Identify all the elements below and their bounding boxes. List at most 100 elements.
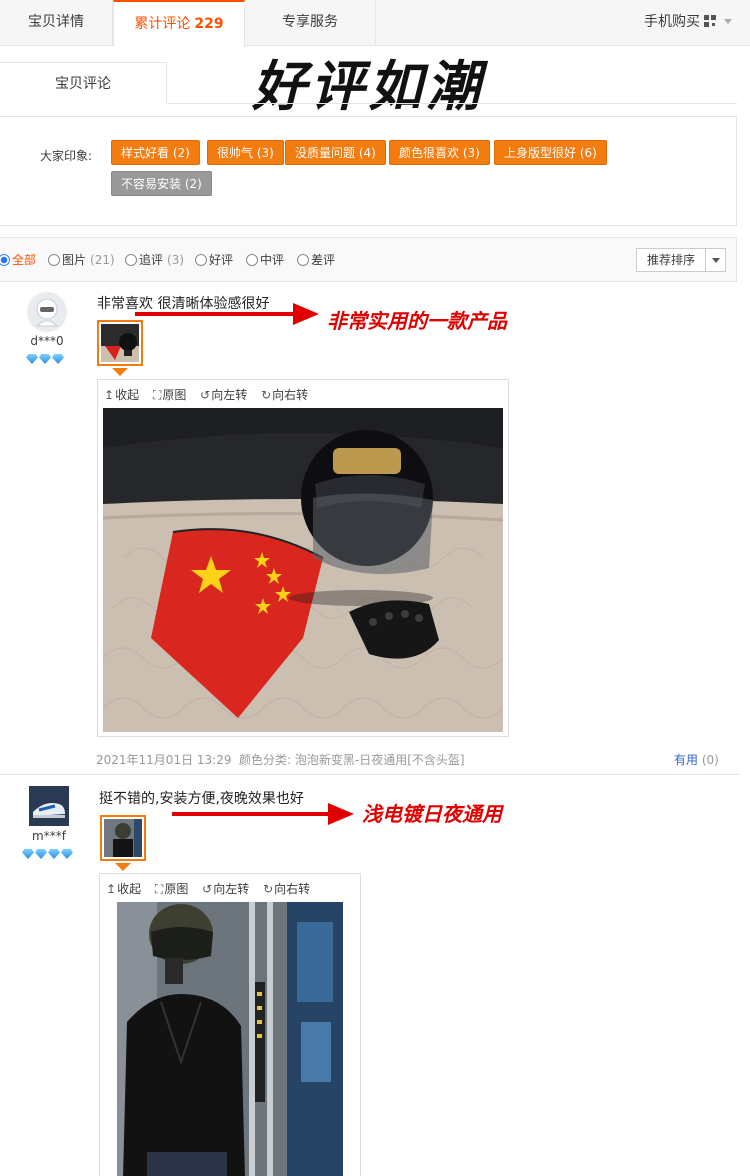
collapse-label: 收起 [115, 388, 140, 402]
expand-icon: ⛶ [154, 882, 164, 896]
impression-tag[interactable]: 很帅气 (3) [207, 140, 284, 165]
rotate-right-icon: ↻ [261, 388, 272, 402]
impression-tag[interactable]: 不容易安装 (2) [111, 171, 212, 196]
review-photo-thumb[interactable] [97, 320, 143, 366]
filter-medium-radio[interactable]: 中评 [246, 251, 284, 268]
rotate-left-icon: ↺ [200, 388, 211, 402]
impression-tag[interactable]: 颜色很喜欢 (3) [389, 140, 490, 165]
mobile-buy-label: 手机购买 [644, 14, 700, 30]
rotate-left-icon: ↺ [202, 882, 213, 896]
filter-pics-radio[interactable]: 图片 (21) [48, 251, 115, 268]
radio-icon [297, 254, 309, 266]
helmet-flag-thumb-image [101, 324, 139, 362]
radio-icon [48, 254, 60, 266]
sort-dropdown[interactable]: 推荐排序 [636, 248, 726, 272]
filter-all-label: 全部 [12, 253, 37, 267]
review-filter-bar: 全部 图片 (21) 追评 (3) 好评 中评 差评 推荐排序 [0, 237, 737, 282]
impressions-panel: 大家印象: 样式好看 (2) 很帅气 (3) 没质量问题 (4) 颜色很喜欢 (… [0, 116, 737, 226]
arrow-right-icon [293, 303, 319, 325]
useful-count: (0) [701, 753, 719, 767]
original-image-button[interactable]: ⛶原图 [153, 386, 186, 403]
rotate-right-button[interactable]: ↻向右转 [261, 386, 308, 403]
thumb-pointer [115, 863, 131, 871]
rotate-left-button[interactable]: ↺向左转 [202, 880, 249, 897]
impression-tag[interactable]: 没质量问题 (4) [285, 140, 386, 165]
top-tab-bar: 宝贝详情 累计评论 229 专享服务 手机购买 [0, 0, 750, 47]
collapse-icon: ↥ [104, 388, 115, 402]
collapse-label: 收起 [117, 882, 142, 896]
diamond-icon [61, 849, 73, 859]
chevron-down-icon [724, 19, 732, 24]
radio-icon [125, 254, 137, 266]
diamond-icon [48, 849, 60, 859]
collapse-icon: ↥ [106, 882, 117, 896]
overlay-title: 好评如潮 [252, 55, 484, 118]
diamond-icon [26, 354, 38, 364]
tab-service[interactable]: 专享服务 [245, 0, 376, 46]
filter-followup-radio[interactable]: 追评 (3) [125, 251, 184, 268]
rotate-left-label: 向左转 [211, 388, 248, 402]
rotate-left-button[interactable]: ↺向左转 [200, 386, 247, 403]
viewer-toolbar: ↥收起 ⛶原图 ↺向左转 ↻向右转 [104, 386, 318, 404]
tab-product-reviews[interactable]: 宝贝评论 [0, 62, 167, 104]
review-photo-thumb[interactable] [100, 815, 146, 861]
diamond-icon [35, 849, 47, 859]
thumb-image [104, 819, 142, 857]
original-image-button[interactable]: ⛶原图 [155, 880, 188, 897]
qr-code-icon [704, 15, 716, 27]
member-level-badge [26, 353, 65, 365]
review-divider [0, 774, 740, 775]
radio-icon [195, 254, 207, 266]
mobile-buy-button[interactable]: 手机购买 [644, 0, 732, 46]
avatar[interactable] [29, 786, 69, 826]
annotation-text: 非常实用的一款产品 [327, 309, 507, 333]
review-photo-helmet-flag [103, 408, 503, 732]
tab-service-label: 专享服务 [282, 14, 338, 30]
expand-icon: ⛶ [152, 388, 162, 402]
diamond-icon [52, 354, 64, 364]
thumb-image [101, 324, 139, 362]
reviews-count: 229 [194, 16, 224, 32]
filter-medium-label: 中评 [260, 253, 285, 267]
annotation-arrow [135, 312, 297, 316]
filter-good-radio[interactable]: 好评 [195, 251, 233, 268]
original-image-label: 原图 [162, 388, 187, 402]
diamond-icon [39, 354, 51, 364]
filter-all-radio[interactable]: 全部 [0, 251, 36, 268]
useful-button[interactable]: 有用 (0) [674, 751, 719, 768]
impression-tag[interactable]: 样式好看 (2) [111, 140, 200, 165]
filter-bad-radio[interactable]: 差评 [297, 251, 335, 268]
impression-tag[interactable]: 上身版型很好 (6) [494, 140, 607, 165]
filter-pics-count: (21) [90, 253, 115, 267]
radio-selected-icon [0, 254, 10, 266]
member-level-badge [22, 848, 74, 860]
avatar[interactable] [27, 292, 67, 332]
rotate-right-label: 向右转 [272, 388, 309, 402]
tab-reviews[interactable]: 累计评论 229 [113, 0, 245, 47]
diamond-icon [22, 849, 34, 859]
chevron-down-icon [712, 258, 720, 263]
tab-item-details[interactable]: 宝贝详情 [0, 0, 113, 46]
rotate-right-label: 向右转 [274, 882, 311, 896]
review-sku: 颜色分类: 泡泡新变黑-日夜通用[不含头盔] [239, 753, 465, 767]
sort-divider [705, 249, 706, 271]
filter-pics-label: 图片 [62, 253, 87, 267]
tab-reviews-label: 累计评论 [134, 16, 191, 32]
rotate-left-label: 向左转 [213, 882, 250, 896]
radio-icon [246, 254, 258, 266]
thumb-pointer [112, 368, 128, 376]
review-text: 非常喜欢 很清晰体验感很好 [97, 296, 270, 312]
filter-good-label: 好评 [209, 253, 234, 267]
review-text: 挺不错的,安装方便,夜晚效果也好 [99, 791, 304, 807]
collapse-button[interactable]: ↥收起 [104, 386, 139, 403]
review-date: 2021年11月01日 13:29 [96, 753, 232, 767]
rotate-right-button[interactable]: ↻向右转 [263, 880, 310, 897]
collapse-button[interactable]: ↥收起 [106, 880, 141, 897]
tab-product-reviews-label: 宝贝评论 [55, 76, 111, 92]
useful-label: 有用 [674, 753, 699, 767]
reviewer-name: d***0 [30, 334, 64, 348]
filter-followup-count: (3) [167, 253, 185, 267]
tab-item-details-label: 宝贝详情 [28, 14, 84, 30]
annotation-arrow [172, 812, 332, 816]
annotation-text: 浅电镀日夜通用 [362, 802, 502, 826]
